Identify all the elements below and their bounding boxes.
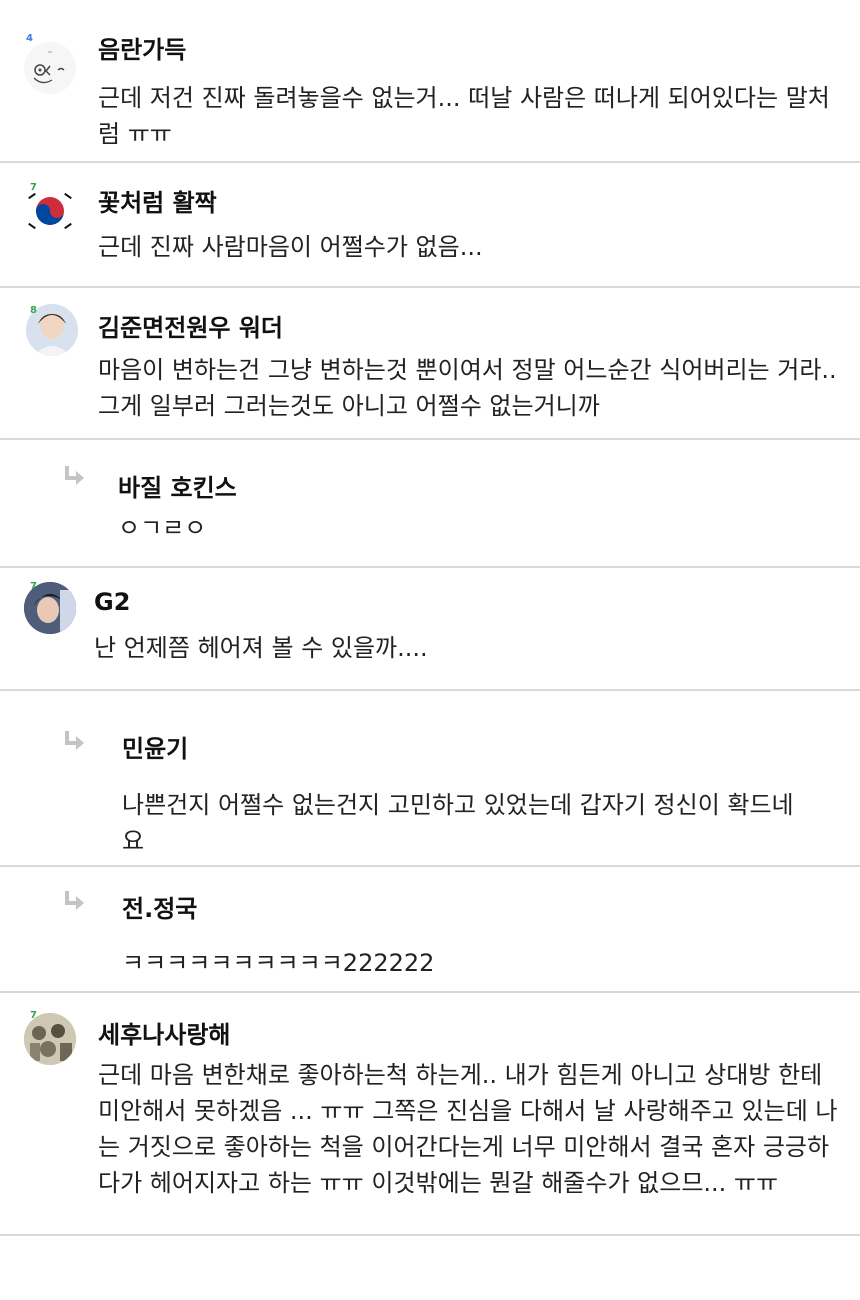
reply-arrow-icon	[65, 466, 84, 485]
reply-item: 민윤기 나쁜건지 어쩔수 없는건지 고민하고 있었는데 갑자기 정신이 확드네요	[0, 691, 860, 867]
avatar-image: ~	[24, 42, 76, 94]
comment-author[interactable]: 바질 호킨스	[118, 468, 237, 503]
comment-author[interactable]: 김준면전원우 워더	[98, 308, 283, 343]
comment-text: 근데 진짜 사람마음이 어쩔수가 없음...	[98, 233, 483, 261]
reply-item: 바질 호킨스 ㅇㄱㄹㅇ	[0, 440, 860, 568]
comment-item: 8 김준면전원우 워더 마음이 변하는건 그냥 변하는것 뿐이여서 정말 어느순…	[0, 288, 860, 440]
comment-item: 7 세후나사랑해 근데 마음 변한채로 좋아하는척 하는게.. 내가 힘든게 아…	[0, 993, 860, 1236]
comment-author[interactable]: 꽃처럼 활짝	[98, 183, 217, 218]
level-badge: 7	[30, 1010, 37, 1021]
comment-item: ~ 4 음란가득 근데 저건 진짜 돌려놓을수 없는거... 떠날 사람은 떠나…	[0, 0, 860, 163]
comment-author[interactable]: 세후나사랑해	[98, 1015, 230, 1050]
comment-item: 7 꽃처럼 활짝 근데 진짜 사람마음이 어쩔수가 없음...	[0, 163, 860, 288]
comment-text: 나쁜건지 어쩔수 없는건지 고민하고 있었는데 갑자기 정신이 확드네요	[122, 791, 794, 855]
reply-arrow-icon	[65, 891, 84, 910]
level-badge: 7	[30, 182, 37, 193]
comment-text: 근데 마음 변한채로 좋아하는척 하는게.. 내가 힘든게 아니고 상대방 한테…	[98, 1061, 838, 1197]
comment-text: ㅇㄱㄹㅇ	[118, 514, 207, 542]
level-badge: 4	[26, 33, 33, 44]
comment-text: ㅋㅋㅋㅋㅋㅋㅋㅋㅋㅋ222222	[122, 949, 435, 977]
comment-author[interactable]: 전.정국	[122, 889, 197, 924]
comment-author[interactable]: 음란가득	[98, 30, 186, 65]
comment-text: 난 언제쯤 헤어져 볼 수 있을까....	[94, 634, 428, 662]
comment-text: 마음이 변하는건 그냥 변하는것 뿐이여서 정말 어느순간 식어버리는 거라..…	[98, 356, 837, 420]
comment-author[interactable]: 민윤기	[122, 729, 188, 764]
reply-item: 전.정국 ㅋㅋㅋㅋㅋㅋㅋㅋㅋㅋ222222	[0, 867, 860, 993]
comment-author[interactable]: G2	[94, 588, 130, 616]
reply-arrow-icon	[65, 731, 84, 750]
comment-text: 근데 저건 진짜 돌려놓을수 없는거... 떠날 사람은 떠나게 되어있다는 말…	[98, 84, 830, 148]
comment-item: 7 G2 난 언제쯤 헤어져 볼 수 있을까....	[0, 568, 860, 691]
svg-text:~: ~	[47, 49, 52, 56]
level-badge: 7	[30, 581, 37, 592]
level-badge: 8	[30, 305, 37, 316]
user-avatar[interactable]: ~	[24, 42, 76, 94]
